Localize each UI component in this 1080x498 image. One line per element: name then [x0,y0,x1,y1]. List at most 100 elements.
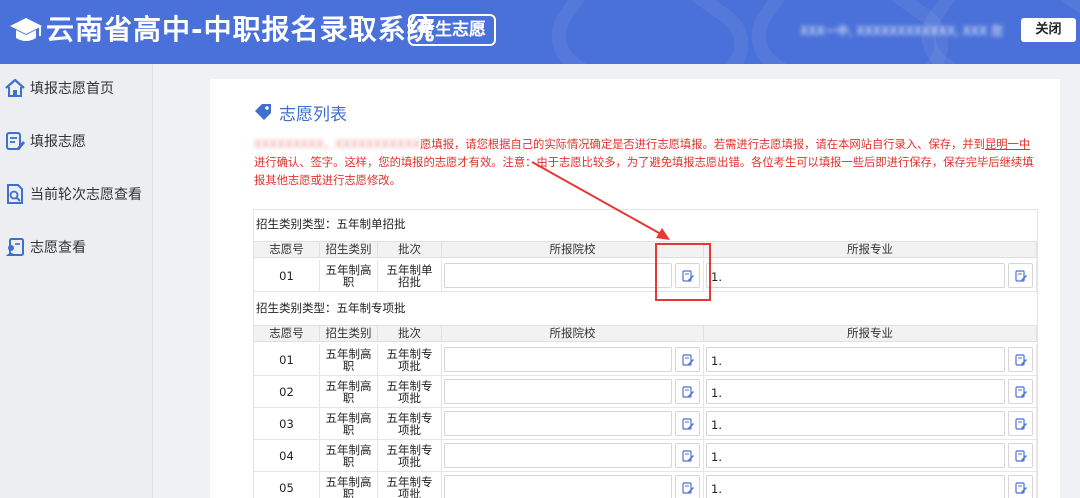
user-info: XXX一中, XXXXXXXXXXXX, XXX 您 [800,24,1004,38]
edit-major-button[interactable] [1008,379,1033,404]
major-input[interactable]: 1. [706,475,1005,498]
volunteer-no: 01 [254,344,320,375]
category-cell: 五年制高职 [320,472,378,498]
annotation-arrow-icon [531,161,670,240]
major-value: 1. [711,450,722,464]
sidebar-item-home[interactable]: 填报志愿首页 [0,70,153,106]
edit-icon [682,418,694,430]
category-cell: 五年制高职 [320,440,378,471]
major-input[interactable]: 1. [706,347,1005,372]
edit-major-button[interactable] [1008,347,1033,372]
edit-school-button[interactable] [675,443,700,468]
page-title-text: 志愿列表 [279,104,347,125]
edit-icon [682,386,694,398]
edit-icon [682,482,694,494]
home-icon [5,78,25,97]
school-input[interactable] [444,475,672,498]
graduation-cap-icon [10,18,42,41]
document-search-icon [7,184,23,204]
app-header: 云南省高中-中职报名录取系统 考生志愿 XXX一中, XXXXXXXXXXXX,… [0,0,1080,64]
edit-school-button[interactable] [675,411,700,436]
major-value: 1. [711,418,722,432]
sidebar-item-current-round[interactable]: 当前轮次志愿查看 [0,176,153,212]
tag-icon [255,104,271,120]
sidebar-item-view-volunteer[interactable]: 志愿查看 [0,229,153,265]
table-row: 04 五年制高职 五年制专项批 1. [254,440,1037,472]
edit-major-button[interactable] [1008,475,1033,498]
highlight-annotation-box [655,243,711,301]
column-header: 招生类别 [320,242,378,257]
table-row: 02 五年制高职 五年制专项批 1. [254,376,1037,408]
site-title: 云南省高中-中职报名录取系统 [46,13,436,46]
module-badge: 考生志愿 [408,14,496,46]
category-cell: 五年制高职 [320,260,378,291]
major-value: 1. [711,270,722,284]
main-panel: 志愿列表 XXXXXXXXX，XXXXXXXXXXX愿填报，请您根据自己的实际情… [210,79,1060,498]
major-input[interactable]: 1. [706,411,1005,436]
edit-icon [1015,354,1027,366]
edit-major-button[interactable] [1008,263,1033,288]
school-input[interactable] [444,443,672,468]
sidebar-item-label: 志愿查看 [30,240,86,256]
table-header: 志愿号 招生类别 批次 所报院校 所报专业 [254,325,1037,342]
edit-school-button[interactable] [675,475,700,498]
page-title: 志愿列表 [253,100,347,125]
batch-cell: 五年制专项批 [378,472,442,498]
table-row: 05 五年制高职 五年制专项批 1. [254,472,1037,498]
edit-icon [1015,450,1027,462]
edit-icon [1015,418,1027,430]
volunteer-no: 03 [254,408,320,439]
edit-major-button[interactable] [1008,443,1033,468]
form-edit-icon [6,132,25,150]
user-document-icon [6,238,24,256]
batch-cell: 五年制单招批 [378,260,442,291]
close-button[interactable]: 关闭 [1021,18,1076,42]
column-header: 所报专业 [704,242,1037,257]
edit-icon [1015,482,1027,494]
batch-cell: 五年制专项批 [378,440,442,471]
volunteer-table: 招生类别类型：五年制单招批 志愿号 招生类别 批次 所报院校 所报专业 01 五年制高职 五年制… [253,209,1038,498]
column-header: 所报院校 [442,326,704,341]
volunteer-no: 01 [254,260,320,291]
edit-icon [682,450,694,462]
sidebar-item-label: 填报志愿首页 [30,81,114,97]
column-header: 志愿号 [254,242,320,257]
header-decoration [536,0,764,64]
volunteer-no: 02 [254,376,320,407]
column-header: 志愿号 [254,326,320,341]
table-row: 01 五年制高职 五年制专项批 1. [254,344,1037,376]
sidebar-item-label: 填报志愿 [30,134,86,150]
major-input[interactable]: 1. [706,379,1005,404]
batch-cell: 五年制专项批 [378,344,442,375]
table-row: 03 五年制高职 五年制专项批 1. [254,408,1037,440]
notice-redacted: XXXXXXXXX，XXXXXXXXXXX [254,138,421,151]
edit-school-button[interactable] [675,347,700,372]
school-input[interactable] [444,379,672,404]
sidebar-item-fill-volunteer[interactable]: 填报志愿 [0,123,153,159]
category-cell: 五年制高职 [320,408,378,439]
school-input[interactable] [444,347,672,372]
batch-cell: 五年制专项批 [378,376,442,407]
notice-school-link: 昆明一中 [984,138,1031,151]
major-value: 1. [711,386,722,400]
edit-icon [1015,386,1027,398]
major-value: 1. [711,482,722,496]
category-cell: 五年制高职 [320,344,378,375]
volunteer-no: 05 [254,472,320,498]
edit-school-button[interactable] [675,379,700,404]
category-cell: 五年制高职 [320,376,378,407]
group-label: 招生类别类型：五年制专项批 [256,301,406,315]
volunteer-no: 04 [254,440,320,471]
notice-part1: 愿填报，请您根据自己的实际情况确定是否进行志愿填报。若需进行志愿填报，请在本网站… [420,138,985,151]
column-header: 批次 [378,242,442,257]
major-input[interactable]: 1. [706,263,1005,288]
batch-cell: 五年制专项批 [378,408,442,439]
major-input[interactable]: 1. [706,443,1005,468]
group-label: 招生类别类型：五年制单招批 [256,217,406,231]
school-input[interactable] [444,411,672,436]
column-header: 批次 [378,326,442,341]
edit-icon [682,354,694,366]
major-value: 1. [711,354,722,368]
school-input[interactable] [444,263,672,288]
edit-major-button[interactable] [1008,411,1033,436]
